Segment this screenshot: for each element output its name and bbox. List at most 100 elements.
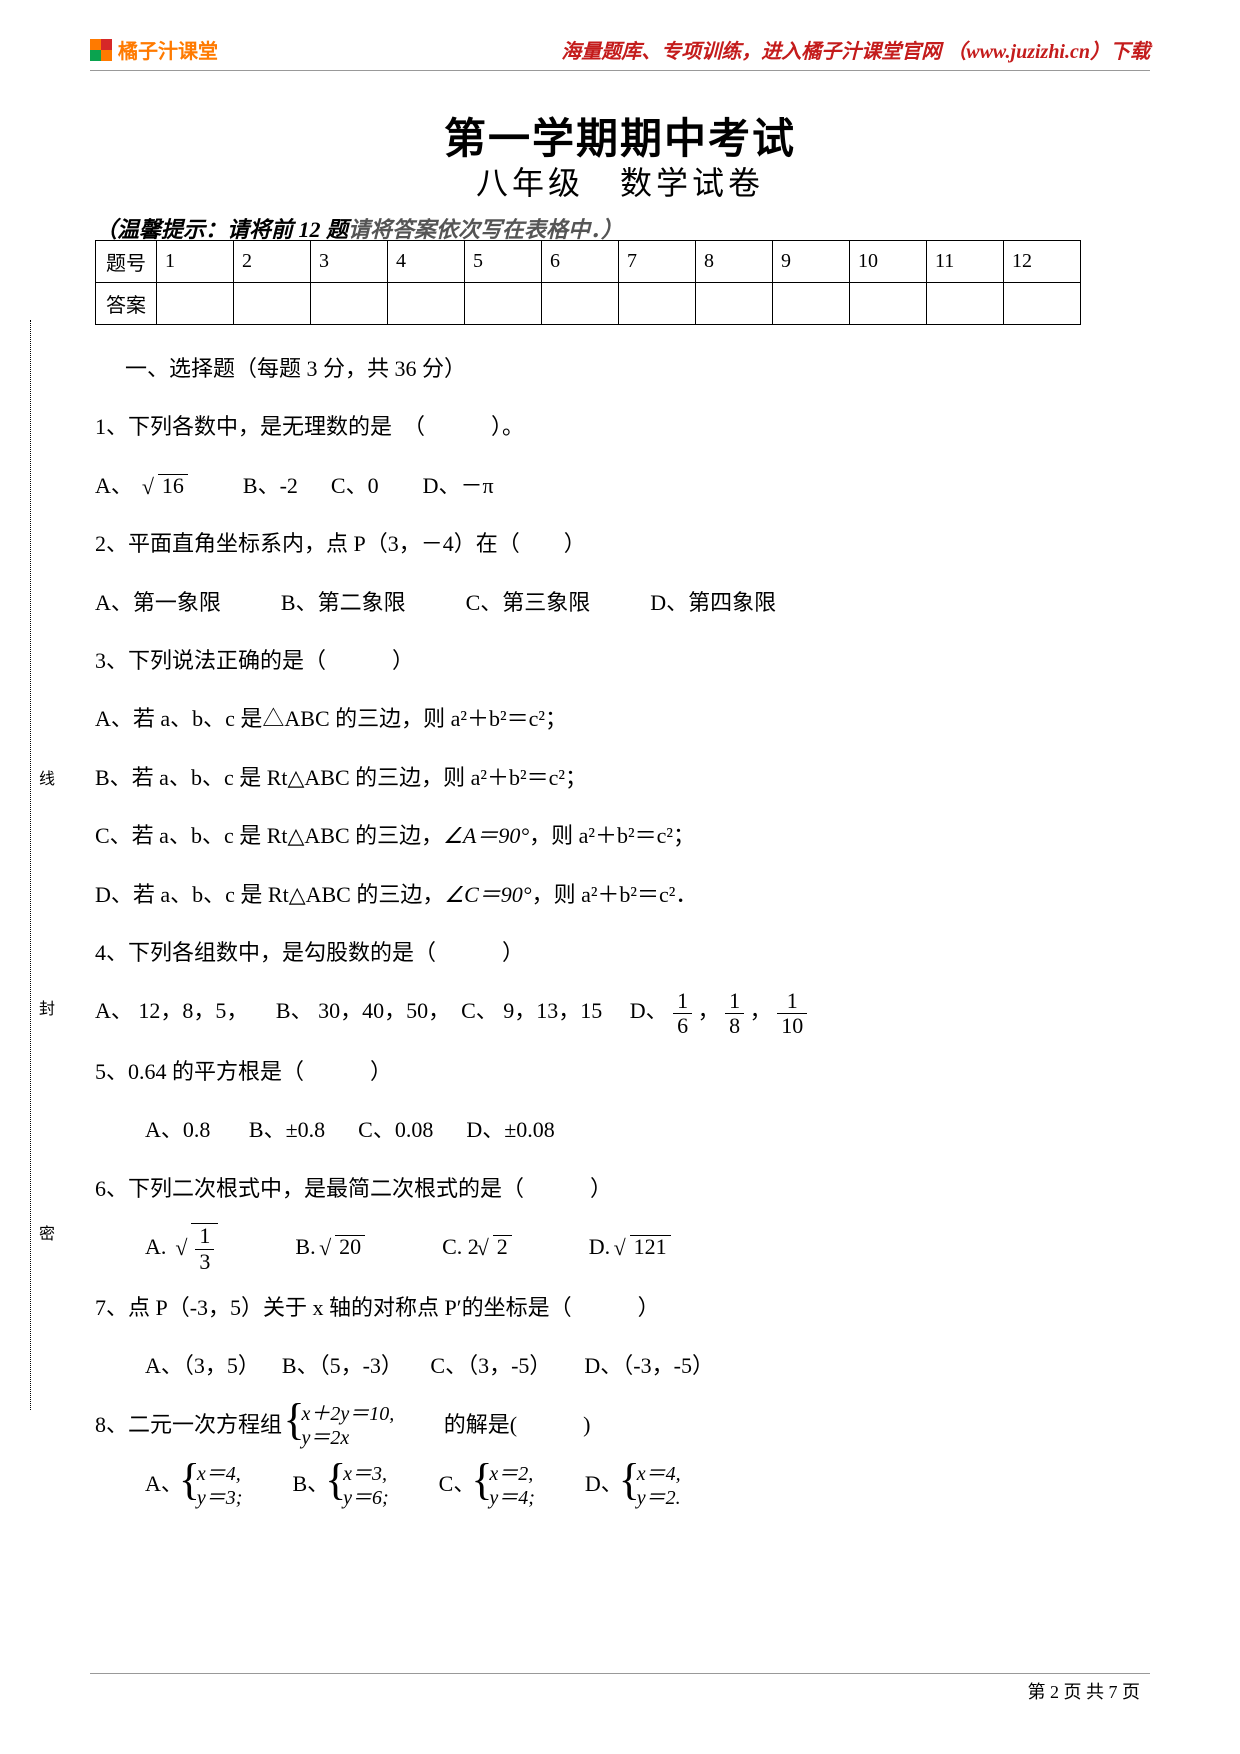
q2-b: B、第二象限 xyxy=(281,579,406,627)
sqrt-icon: 13 xyxy=(177,1223,218,1274)
header-divider xyxy=(90,70,1150,71)
col-num: 11 xyxy=(927,241,1004,283)
q1-c: C、0 xyxy=(331,473,379,498)
answer-cell[interactable] xyxy=(696,283,773,325)
q3-c: C、若 a、b、c 是 Rt△ABC 的三边，∠A＝90°，则 a²＋b²＝c²… xyxy=(95,812,1150,860)
exam-page: 橘子汁课堂 海量题库、专项训练，进入橘子汁课堂官网 （www.juzizhi.c… xyxy=(0,0,1240,1754)
answer-cell[interactable] xyxy=(850,283,927,325)
q5-a: A、0.8 xyxy=(145,1117,210,1142)
q6-options: A. 13 B. 20 C. 22 D. 121 xyxy=(95,1223,1150,1274)
hint-prefix: （温馨提示：请将前 12 题 xyxy=(95,217,348,242)
binding-line xyxy=(30,320,31,1410)
q2-d: D、第四象限 xyxy=(650,579,776,627)
footer-divider xyxy=(90,1673,1150,1674)
q1-a: A、 16 xyxy=(95,473,188,498)
answer-cell[interactable] xyxy=(157,283,234,325)
col-num: 5 xyxy=(465,241,542,283)
q7-options: A、（3，5） B、（5，-3） C、（3，-5） D、（-3，-5） xyxy=(95,1342,1150,1390)
row-label-answer: 答案 xyxy=(96,283,157,325)
q4-options: A、 12，8，5， B、 30，40，50， C、 9，13，15 D、 16… xyxy=(95,987,1150,1038)
q1-b: B、-2 xyxy=(243,473,298,498)
q3-stem: 3、下列说法正确的是（ ） xyxy=(95,637,1150,685)
col-num: 4 xyxy=(388,241,465,283)
q1-options: A、 16 B、-2 C、0 D、－π xyxy=(95,462,1150,510)
sqrt-icon: 2 xyxy=(479,1223,512,1271)
q4-stem: 4、下列各组数中，是勾股数的是（ ） xyxy=(95,929,1150,977)
logo-icon xyxy=(90,39,112,61)
col-num: 10 xyxy=(850,241,927,283)
q1-d: D、－π xyxy=(423,473,494,498)
q8-stem: 8、二元一次方程组 x＋2y＝10, y＝2x 的解是( ) xyxy=(95,1401,1150,1451)
section-heading: 一、选择题（每题 3 分，共 36 分） xyxy=(95,345,1150,393)
q7-a: A、（3，5） xyxy=(145,1353,260,1378)
q8-options: A、x＝4,y＝3; B、x＝3,y＝6; C、x＝2,y＝4; D、x＝4,y… xyxy=(95,1460,1150,1510)
col-num: 8 xyxy=(696,241,773,283)
q6-stem: 6、下列二次根式中，是最简二次根式的是（ ） xyxy=(95,1165,1150,1213)
answer-cell[interactable] xyxy=(773,283,850,325)
brand-logo: 橘子汁课堂 xyxy=(90,35,218,64)
col-num: 12 xyxy=(1004,241,1081,283)
table-row: 答案 xyxy=(96,283,1081,325)
answer-cell[interactable] xyxy=(542,283,619,325)
col-num: 9 xyxy=(773,241,850,283)
col-num: 7 xyxy=(619,241,696,283)
answer-cell[interactable] xyxy=(234,283,311,325)
col-num: 3 xyxy=(311,241,388,283)
q4-d: D、 16 ， 18 ， 110 xyxy=(630,998,807,1023)
q3-a: A、若 a、b、c 是△ABC 的三边，则 a²＋b²＝c²； xyxy=(95,695,1150,743)
page-subtitle: 八年级 数学试卷 xyxy=(0,158,1240,204)
equation-system: x＝4,y＝2. xyxy=(623,1462,681,1510)
q7-c: C、（3，-5） xyxy=(430,1353,551,1378)
q2-stem: 2、平面直角坐标系内，点 P（3，－4）在（ ） xyxy=(95,520,1150,568)
q6-b: B. 20 xyxy=(295,1234,365,1259)
page-number: 第 2 页 共 7 页 xyxy=(1028,1678,1141,1704)
header-download-link[interactable]: 海量题库、专项训练，进入橘子汁课堂官网 （www.juzizhi.cn）下载 xyxy=(561,35,1150,64)
margin-label: 线 xyxy=(32,770,56,816)
margin-label: 封 xyxy=(32,1000,56,1046)
questions-body: 一、选择题（每题 3 分，共 36 分） 1、下列各数中，是无理数的是 （ ）。… xyxy=(95,335,1150,1520)
sqrt-icon: 16 xyxy=(144,462,188,510)
equation-system: x＋2y＝10, y＝2x xyxy=(288,1402,395,1450)
row-label-number: 题号 xyxy=(96,241,157,283)
answer-cell[interactable] xyxy=(927,283,1004,325)
answer-cell[interactable] xyxy=(388,283,465,325)
fraction: 16 xyxy=(673,989,692,1038)
sqrt-icon: 20 xyxy=(321,1223,365,1271)
q2-c: C、第三象限 xyxy=(466,579,591,627)
q4-c: C、 9，13，15 xyxy=(461,998,602,1023)
brand-name: 橘子汁课堂 xyxy=(118,35,218,64)
answer-cell[interactable] xyxy=(465,283,542,325)
q7-d: D、（-3，-5） xyxy=(584,1353,714,1378)
table-row: 题号 1 2 3 4 5 6 7 8 9 10 11 12 xyxy=(96,241,1081,283)
answer-cell[interactable] xyxy=(619,283,696,325)
equation-system: x＝3,y＝6; xyxy=(329,1462,389,1510)
q3-d: D、若 a、b、c 是 Rt△ABC 的三边，∠C＝90°，则 a²＋b²＝c²… xyxy=(95,871,1150,919)
q7-b: B、（5，-3） xyxy=(282,1353,403,1378)
q5-stem: 5、0.64 的平方根是（ ） xyxy=(95,1048,1150,1096)
col-num: 6 xyxy=(542,241,619,283)
q8-b: B、x＝3,y＝6; xyxy=(292,1460,388,1510)
answer-cell[interactable] xyxy=(1004,283,1081,325)
equation-system: x＝4,y＝3; xyxy=(183,1462,243,1510)
q1-stem: 1、下列各数中，是无理数的是 （ ）。 xyxy=(95,403,1150,451)
col-num: 1 xyxy=(157,241,234,283)
q2-a: A、第一象限 xyxy=(95,579,221,627)
fraction: 110 xyxy=(777,989,807,1038)
q6-a: A. 13 xyxy=(145,1234,224,1259)
col-num: 2 xyxy=(234,241,311,283)
q3-b: B、若 a、b、c 是 Rt△ABC 的三边，则 a²＋b²＝c²； xyxy=(95,754,1150,802)
margin-label: 密 xyxy=(32,1225,56,1271)
fraction: 18 xyxy=(725,989,744,1038)
page-header: 橘子汁课堂 海量题库、专项训练，进入橘子汁课堂官网 （www.juzizhi.c… xyxy=(90,35,1150,64)
q8-d: D、x＝4,y＝2. xyxy=(585,1460,681,1510)
q6-d: D. 121 xyxy=(589,1234,671,1259)
equation-system: x＝2,y＝4; xyxy=(475,1462,535,1510)
q7-stem: 7、点 P（-3，5）关于 x 轴的对称点 P′的坐标是（ ） xyxy=(95,1284,1150,1332)
page-title: 第一学期期中考试 xyxy=(0,105,1240,166)
q5-options: A、0.8 B、±0.8 C、0.08 D、±0.08 xyxy=(95,1106,1150,1154)
fraction: 13 xyxy=(195,1224,214,1273)
q6-c: C. 22 xyxy=(442,1234,512,1259)
answer-cell[interactable] xyxy=(311,283,388,325)
q5-b: B、±0.8 xyxy=(249,1117,325,1142)
q5-d: D、±0.08 xyxy=(466,1117,554,1142)
